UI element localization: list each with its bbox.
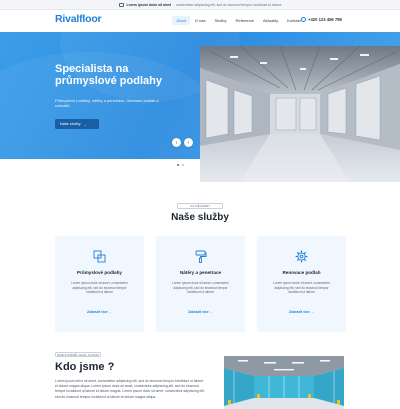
slider-prev-button[interactable]: ‹	[172, 138, 181, 147]
top-info-bar: Lorem ipsum dolor sit amet , consectetur…	[0, 0, 400, 10]
service-card-title: Nátěry a penetrace	[179, 270, 222, 275]
hero-text: Průmyslové podlahy, nátěry a penetrace, …	[55, 98, 159, 109]
nav-item-o-nas[interactable]: O nás	[190, 16, 210, 25]
hero-button-label: Naše služby	[60, 122, 81, 126]
about-badge: ODE 8 FIRMĚ JAVAL FLOOR	[55, 352, 101, 357]
service-card[interactable]: Nátěry a penetrace Lorem ipsum dolor sit…	[156, 236, 245, 332]
service-card-text: Lorem ipsum dolor sit amet, consectetur …	[71, 281, 128, 295]
mail-icon	[118, 2, 124, 7]
floor-layers-icon	[93, 250, 106, 263]
site-header: Rivalfloor Úvod O nás Služby Reference A…	[0, 10, 400, 31]
paint-roller-icon	[195, 250, 207, 263]
phone-number: +420 123 456 789	[308, 17, 342, 22]
topbar-text: , consectetur adipiscing elit, sed do ei…	[174, 2, 282, 7]
nav-item-sluzby[interactable]: Služby	[210, 16, 231, 25]
service-card-title: Průmyslové podlahy	[77, 270, 122, 275]
phone-link[interactable]: +420 123 456 789	[301, 17, 342, 22]
nav-item-reference[interactable]: Reference	[231, 16, 258, 25]
hero-title: Specialista na průmyslové podlahy	[55, 63, 162, 87]
chevron-right-icon: ›	[187, 139, 190, 146]
main-nav: Úvod O nás Služby Reference Aktuality Ko…	[172, 16, 305, 25]
phone-icon	[301, 17, 306, 22]
slider-next-button[interactable]: ›	[184, 138, 193, 147]
service-card-title: Renovace podlah	[282, 270, 321, 275]
hero-warehouse-image	[200, 46, 400, 182]
service-card[interactable]: Průmyslové podlahy Lorem ipsum dolor sit…	[55, 236, 144, 332]
gear-icon	[295, 250, 308, 263]
service-card-link[interactable]: Zobrazit více →	[156, 310, 245, 314]
slider-dot[interactable]	[177, 164, 179, 166]
nav-item-aktuality[interactable]: Aktuality	[259, 16, 283, 25]
chevron-left-icon: ‹	[175, 139, 178, 146]
hero-services-button[interactable]: Naše služby →	[55, 119, 99, 129]
topbar-strong-text: Lorem ipsum dolor sit amet	[126, 2, 172, 7]
slider-dot[interactable]	[182, 164, 184, 166]
service-card-link[interactable]: Zobrazit více →	[55, 310, 144, 314]
services-badge: CO DĚLÁME?	[177, 203, 223, 209]
arrow-right-icon: →	[82, 121, 87, 127]
service-card-text: Lorem ipsum dolor sit amet, consectetur …	[172, 281, 229, 295]
service-card[interactable]: Renovace podlah Lorem ipsum dolor sit am…	[257, 236, 346, 332]
about-hall-image	[224, 356, 344, 409]
logo[interactable]: Rivalfloor	[55, 13, 102, 25]
about-title: Kdo jsme ?	[55, 361, 115, 373]
slider-dots	[177, 164, 184, 166]
about-text: Lorem ipsum dolor sit amet, consectetur …	[55, 379, 205, 399]
services-title: Naše služby	[171, 212, 229, 223]
nav-item-uvod[interactable]: Úvod	[172, 16, 191, 25]
hall-illustration	[224, 356, 344, 409]
service-card-link[interactable]: Zobrazit více →	[257, 310, 346, 314]
warehouse-illustration	[200, 46, 400, 182]
service-card-text: Lorem ipsum dolor sit amet, consectetur …	[273, 281, 330, 295]
